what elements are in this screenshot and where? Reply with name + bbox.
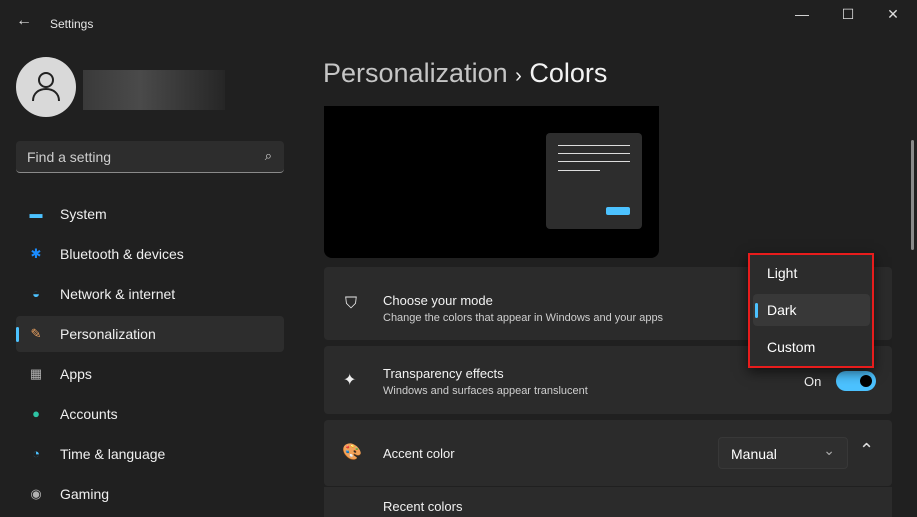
breadcrumb-current: Colors — [529, 58, 608, 88]
window-title: Settings — [50, 17, 94, 31]
accent-dropdown-value: Manual — [731, 446, 777, 462]
page-title: Personalization › Colors — [323, 58, 607, 89]
sidebar-item-accounts[interactable]: ● Accounts — [16, 396, 284, 432]
gaming-icon: ◉ — [30, 486, 42, 501]
transparency-state: On — [804, 374, 822, 389]
avatar[interactable] — [16, 57, 76, 117]
back-button[interactable]: ← — [16, 12, 32, 30]
personalization-icon: ✎ — [30, 326, 42, 341]
sidebar-item-label: Apps — [60, 366, 92, 382]
paintbrush-icon: ⛉ — [345, 295, 358, 312]
mode-option-custom[interactable]: Custom — [753, 331, 870, 363]
breadcrumb-parent[interactable]: Personalization — [323, 58, 508, 88]
network-internet-icon: ◒ — [32, 286, 40, 301]
accounts-icon: ● — [32, 406, 40, 421]
apps-icon: ▦ — [29, 366, 43, 381]
search-placeholder: Find a setting — [27, 149, 112, 165]
transparency-icon: ✦ — [343, 372, 357, 389]
sidebar-item-label: Personalization — [60, 326, 156, 342]
breadcrumb-separator: › — [515, 65, 522, 87]
sidebar-item-network-internet[interactable]: ◒ Network & internet — [16, 276, 284, 312]
transparency-title: Transparency effects — [383, 366, 504, 381]
search-input[interactable]: Find a setting ⌕ — [16, 141, 284, 173]
sidebar-item-bluetooth-devices[interactable]: ✱ Bluetooth & devices — [16, 236, 284, 272]
sidebar-item-label: Accounts — [60, 406, 118, 422]
bluetooth-devices-icon: ✱ — [30, 246, 42, 261]
transparency-subtitle: Windows and surfaces appear translucent — [383, 385, 588, 397]
sidebar-item-personalization[interactable]: ✎ Personalization — [16, 316, 284, 352]
mode-dropdown-menu: Light Dark Custom — [748, 253, 874, 368]
mode-option-light[interactable]: Light — [753, 257, 870, 289]
system-icon: ▬ — [29, 206, 43, 221]
sidebar-item-label: Bluetooth & devices — [60, 246, 184, 262]
sidebar-item-time-language[interactable]: ◔ Time & language — [16, 436, 284, 472]
accent-color-dropdown[interactable]: Manual ⌄ — [718, 437, 848, 469]
chevron-down-icon: ⌄ — [823, 442, 835, 458]
sidebar-item-system[interactable]: ▬ System — [16, 196, 284, 232]
sidebar-item-label: Network & internet — [60, 286, 176, 302]
sidebar-item-label: Gaming — [60, 486, 110, 502]
sidebar-item-gaming[interactable]: ◉ Gaming — [16, 476, 284, 512]
sidebar-item-label: Time & language — [60, 446, 166, 462]
palette-icon: 🎨 — [342, 444, 362, 461]
search-icon: ⌕ — [264, 148, 272, 163]
scrollbar[interactable] — [911, 140, 914, 250]
minimize-button[interactable]: — — [787, 6, 817, 28]
transparency-toggle[interactable] — [836, 371, 876, 391]
maximize-button[interactable]: ☐ — [833, 6, 863, 28]
accent-title: Accent color — [383, 446, 455, 461]
preview-window — [546, 133, 642, 229]
time-language-icon: ◔ — [32, 446, 40, 461]
recent-colors-label: Recent colors — [383, 499, 463, 514]
sidebar-item-label: System — [60, 206, 107, 222]
user-icon — [32, 72, 60, 102]
sidebar-item-apps[interactable]: ▦ Apps — [16, 356, 284, 392]
mode-option-dark[interactable]: Dark — [753, 294, 870, 326]
mode-title: Choose your mode — [383, 293, 493, 308]
collapse-chevron-icon[interactable]: ⌃ — [859, 440, 874, 461]
user-name-blurred — [83, 70, 225, 110]
mode-subtitle: Change the colors that appear in Windows… — [383, 312, 664, 324]
close-button[interactable]: ✕ — [878, 6, 908, 28]
